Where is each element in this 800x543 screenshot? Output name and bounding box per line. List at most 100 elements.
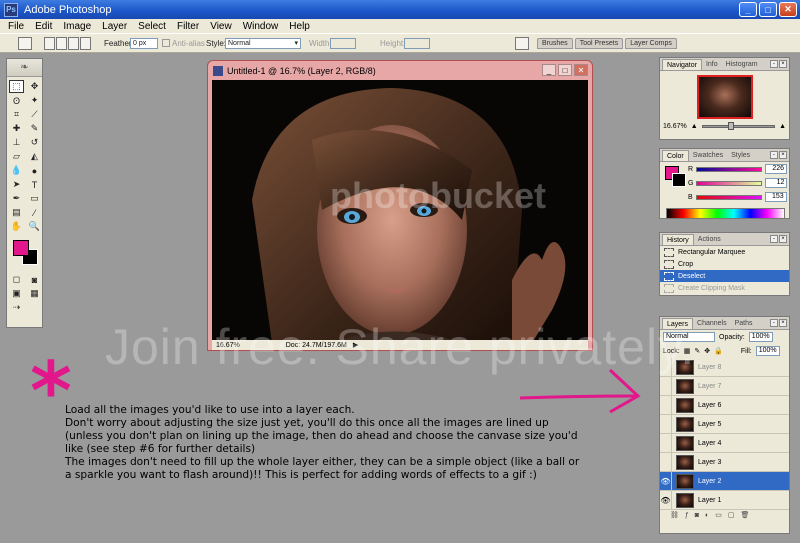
fullscreen-mode-icon[interactable]: ▦ [27,287,42,300]
layer-row[interactable]: 👁 Layer 2 [660,472,789,491]
layer-style-icon[interactable]: ƒ [685,512,689,519]
trash-icon[interactable]: 🗑 [741,511,750,519]
palette-close-icon[interactable]: × [779,235,787,243]
menu-window[interactable]: Window [243,21,279,32]
adjustment-icon[interactable]: ◐ [705,512,709,519]
history-item-active[interactable]: Deselect [660,270,789,282]
channel-slider[interactable] [696,166,763,172]
foreground-color-swatch[interactable] [13,240,29,256]
bucket-tool-icon[interactable]: ◭ [27,150,42,163]
palette-minimize-icon[interactable]: - [770,60,778,68]
layer-row[interactable]: Layer 3 [660,453,789,472]
tab-styles[interactable]: Styles [727,150,754,161]
lock-position-icon[interactable]: ✥ [704,347,710,355]
history-brush-icon[interactable]: ↺ [27,136,42,149]
screen-mode-icon[interactable]: ▣ [9,287,24,300]
antialias-checkbox[interactable] [162,39,170,47]
tab-info[interactable]: Info [702,59,722,70]
add-selection-icon[interactable] [56,37,67,50]
channel-slider[interactable] [695,194,762,200]
quickmask-mode-icon[interactable]: ◙ [27,273,42,286]
maximize-button[interactable]: □ [759,2,777,17]
eraser-tool-icon[interactable]: ▱ [9,150,24,163]
feather-input[interactable]: 0 px [130,38,158,49]
palette-minimize-icon[interactable]: - [770,151,778,159]
layer-row[interactable]: 👁 Layer 1 [660,491,789,510]
menu-image[interactable]: Image [63,21,91,32]
tab-navigator[interactable]: Navigator [662,59,702,70]
palette-close-icon[interactable]: × [779,60,787,68]
history-item[interactable]: Create Clipping Mask [660,282,789,294]
tab-history[interactable]: History [662,234,694,245]
path-select-icon[interactable]: ➤ [9,178,24,191]
channel-value[interactable]: 12 [765,178,788,188]
new-layer-icon[interactable]: ▢ [728,511,735,519]
eyedropper-icon[interactable]: ⁄ [27,206,42,219]
tab-histogram[interactable]: Histogram [722,59,762,70]
shape-tool-icon[interactable]: ▭ [27,192,42,205]
color-swatches[interactable] [9,240,40,266]
layer-row[interactable]: Layer 7 [660,377,789,396]
history-item[interactable]: Rectangular Marquee [660,246,789,258]
marquee-tool-icon[interactable]: ⬚ [9,80,24,93]
style-select[interactable]: Normal ▾ [225,38,301,49]
link-icon[interactable]: ⛓ [670,511,679,519]
lock-image-icon[interactable]: ✎ [694,347,700,355]
tab-paths[interactable]: Paths [731,318,757,329]
palette-close-icon[interactable]: × [779,151,787,159]
color-background-swatch[interactable] [672,173,686,187]
fill-input[interactable]: 100% [755,346,780,356]
minimize-button[interactable]: _ [739,2,757,17]
palette-minimize-icon[interactable]: - [770,319,778,327]
visibility-eye-icon[interactable]: 👁 [660,491,672,509]
magic-wand-icon[interactable]: ✦ [27,94,42,107]
type-tool-icon[interactable]: T [27,178,42,191]
document-title-bar[interactable]: Untitled-1 @ 16.7% (Layer 2, RGB/8) [208,61,592,80]
doc-zoom-value[interactable]: 16.67% [216,342,240,349]
layer-row[interactable]: Layer 4 [660,434,789,453]
visibility-eye-icon[interactable] [660,377,672,395]
opacity-input[interactable]: 100% [748,332,773,342]
folder-icon[interactable]: ▭ [715,511,722,519]
zoom-in-icon[interactable]: ▲ [779,123,786,130]
zoom-out-icon[interactable]: ▲ [691,123,698,130]
lasso-tool-icon[interactable]: ʘ [9,94,24,107]
tab-tool-presets[interactable]: Tool Presets [574,38,624,49]
history-item[interactable]: Crop [660,258,789,270]
healing-brush-icon[interactable]: ✚ [9,122,24,135]
marquee-preset-icon[interactable] [18,37,32,50]
tab-layers[interactable]: Layers [662,318,694,329]
tab-layer-comps[interactable]: Layer Comps [625,38,677,49]
layer-row[interactable]: Layer 8 [660,358,789,377]
width-input[interactable] [330,38,356,49]
new-selection-icon[interactable] [44,37,55,50]
menu-view[interactable]: View [210,21,232,32]
hand-tool-icon[interactable]: ✋ [9,220,24,233]
tab-channels[interactable]: Channels [693,318,731,329]
visibility-eye-icon[interactable] [660,358,672,376]
menu-select[interactable]: Select [138,21,166,32]
menu-filter[interactable]: Filter [177,21,199,32]
status-arrow-icon[interactable]: ▶ [353,341,358,349]
subtract-selection-icon[interactable] [68,37,79,50]
menu-layer[interactable]: Layer [102,21,127,32]
brush-tool-icon[interactable]: ✎ [27,122,42,135]
imageready-icon[interactable]: ⇢ [9,301,24,314]
visibility-eye-icon[interactable] [660,415,672,433]
dodge-tool-icon[interactable]: ● [27,164,42,177]
menu-help[interactable]: Help [289,21,310,32]
tab-brushes[interactable]: Brushes [537,38,573,49]
tab-swatches[interactable]: Swatches [689,150,727,161]
close-button[interactable]: ✕ [779,2,797,17]
tab-actions[interactable]: Actions [694,234,725,245]
height-input[interactable] [404,38,430,49]
channel-value[interactable]: 153 [764,192,787,202]
layer-row[interactable]: Layer 5 [660,415,789,434]
navigator-zoom-slider[interactable] [701,122,776,130]
stamp-tool-icon[interactable]: ⊥ [9,136,24,149]
visibility-eye-icon[interactable] [660,396,672,414]
notes-tool-icon[interactable]: ▤ [9,206,24,219]
blur-tool-icon[interactable]: 💧 [9,164,24,177]
lock-transparency-icon[interactable]: ▦ [684,347,691,355]
palette-close-icon[interactable]: × [779,319,787,327]
